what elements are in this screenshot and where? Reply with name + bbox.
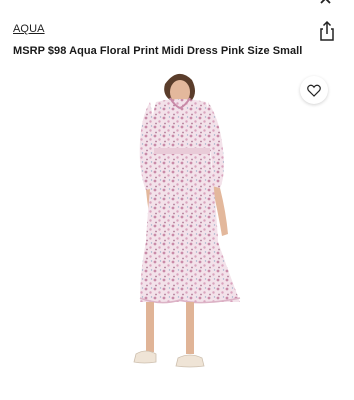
- brand-link[interactable]: AQUA: [13, 23, 45, 35]
- favorite-button[interactable]: [300, 76, 328, 104]
- close-icon[interactable]: [316, 0, 338, 6]
- heart-icon: [307, 84, 321, 97]
- product-image[interactable]: [0, 62, 354, 400]
- product-title: MSRP $98 Aqua Floral Print Midi Dress Pi…: [13, 45, 303, 57]
- share-icon[interactable]: [316, 20, 338, 42]
